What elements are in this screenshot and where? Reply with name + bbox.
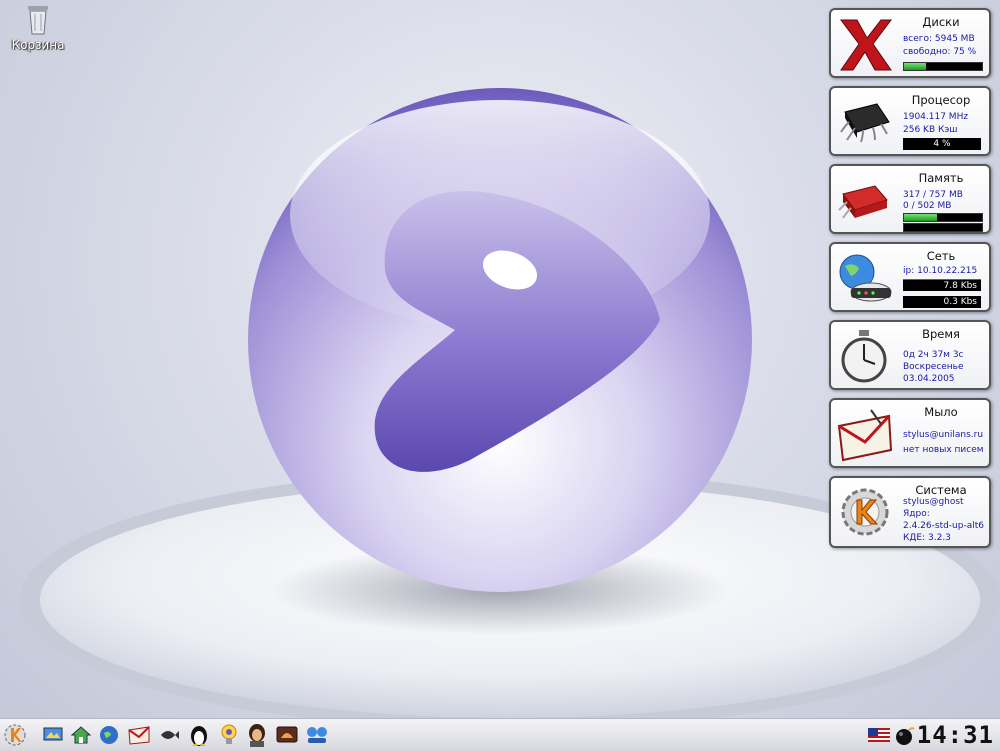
network-title: Сеть	[926, 249, 956, 263]
memory-module-icon	[838, 185, 888, 219]
memory-ram-bar-fill	[904, 214, 937, 221]
mail-client-button[interactable]	[126, 721, 152, 749]
disks-title: Диски	[922, 15, 960, 29]
desktop-icon	[43, 727, 63, 741]
system-kernel-version: 2.4.26-std-up-alt6	[903, 521, 984, 531]
user-face-icon	[249, 724, 265, 747]
mail-icon	[128, 726, 150, 745]
trash-label: Корзина	[11, 38, 65, 52]
memory-ram: 317 / 757 MB	[903, 190, 963, 200]
shell-button[interactable]	[274, 721, 300, 749]
cpu-title: Процесор	[911, 93, 971, 107]
mail-title: Мыло	[924, 405, 958, 419]
home-button[interactable]	[68, 721, 94, 749]
cpu-cache: 256 KB Кэш	[903, 125, 958, 135]
kde-gear-icon	[841, 488, 889, 536]
system-user: stylus@ghost	[903, 497, 964, 507]
cpu-frequency: 1904.117 MHz	[903, 112, 969, 122]
memory-title: Память	[918, 171, 964, 185]
disk-x-icon	[840, 19, 892, 71]
taskbar-clock[interactable]: 14:31	[917, 721, 994, 749]
cpu-widget[interactable]: Процесор 1904.117 MHz 256 KB Кэш 4 %	[829, 86, 991, 156]
time-date: 03.04.2005	[903, 374, 955, 384]
fish-app-button[interactable]	[156, 721, 182, 749]
us-flag-icon	[868, 728, 890, 742]
mail-status: нет новых писем	[903, 445, 984, 455]
tray-bomb-button[interactable]	[892, 721, 918, 749]
memory-swap: 0 / 502 MB	[903, 201, 952, 211]
network-download: 7.8 Kbs	[903, 279, 981, 291]
tux-button[interactable]	[186, 721, 212, 749]
mail-widget[interactable]: Мыло stylus@unilans.ru нет новых писем	[829, 398, 991, 468]
network-globe-icon	[839, 254, 892, 302]
bomb-icon	[896, 727, 915, 745]
system-kde-version: КДЕ: 3.2.3	[903, 533, 951, 543]
time-widget[interactable]: Время 0д 2ч 37м 3с Воскресенье 03.04.200…	[829, 320, 991, 390]
network-icon	[307, 727, 327, 743]
fish-icon	[161, 731, 179, 739]
network-app-button[interactable]	[304, 721, 330, 749]
time-weekday: Воскресенье	[903, 362, 964, 372]
memory-ram-bar	[903, 213, 983, 222]
mail-account: stylus@unilans.ru	[903, 430, 984, 440]
kde-menu-button[interactable]	[2, 721, 28, 749]
lightbulb-icon	[221, 724, 237, 744]
network-upload: 0.3 Kbs	[903, 296, 981, 308]
shell-icon	[276, 726, 298, 743]
browser-icon	[100, 726, 118, 744]
taskbar: 14:31	[0, 718, 1000, 751]
memory-widget[interactable]: Память 317 / 757 MB 0 / 502 MB	[829, 164, 991, 234]
time-uptime: 0д 2ч 37м 3с	[903, 350, 964, 360]
user-face-button[interactable]	[244, 721, 270, 749]
memory-swap-bar	[903, 223, 983, 232]
browser-button[interactable]	[96, 721, 122, 749]
system-title: Система	[915, 483, 967, 497]
mail-envelope-icon	[837, 409, 893, 462]
disks-bar	[903, 62, 983, 71]
kde-menu-icon	[4, 724, 26, 746]
cpu-load: 4 %	[903, 138, 981, 150]
system-widget[interactable]: Система stylus@ghost Ядро: 2.4.26-std-up…	[829, 476, 991, 548]
trash-desktop-icon[interactable]: Корзина	[6, 4, 70, 52]
disks-bar-fill	[904, 63, 926, 70]
network-ip: ip: 10.10.22.215	[903, 266, 978, 276]
disks-free: свободно: 75 %	[903, 47, 977, 57]
system-kernel-label: Ядро:	[903, 509, 930, 519]
disks-total: всего: 5945 MB	[903, 34, 975, 44]
network-widget[interactable]: Сеть ip: 10.10.22.215 7.8 Kbs 0.3 Kbs	[829, 242, 991, 312]
trash-icon	[28, 6, 48, 35]
disks-widget[interactable]: Диски всего: 5945 MB свободно: 75 %	[829, 8, 991, 78]
lightbulb-button[interactable]	[216, 721, 242, 749]
stopwatch-icon	[841, 330, 887, 383]
show-desktop-button[interactable]	[40, 721, 66, 749]
home-icon	[70, 726, 92, 744]
cpu-chip-icon	[840, 103, 890, 143]
time-title: Время	[922, 327, 960, 341]
keyboard-layout-button[interactable]	[866, 721, 892, 749]
tux-icon	[191, 726, 207, 746]
